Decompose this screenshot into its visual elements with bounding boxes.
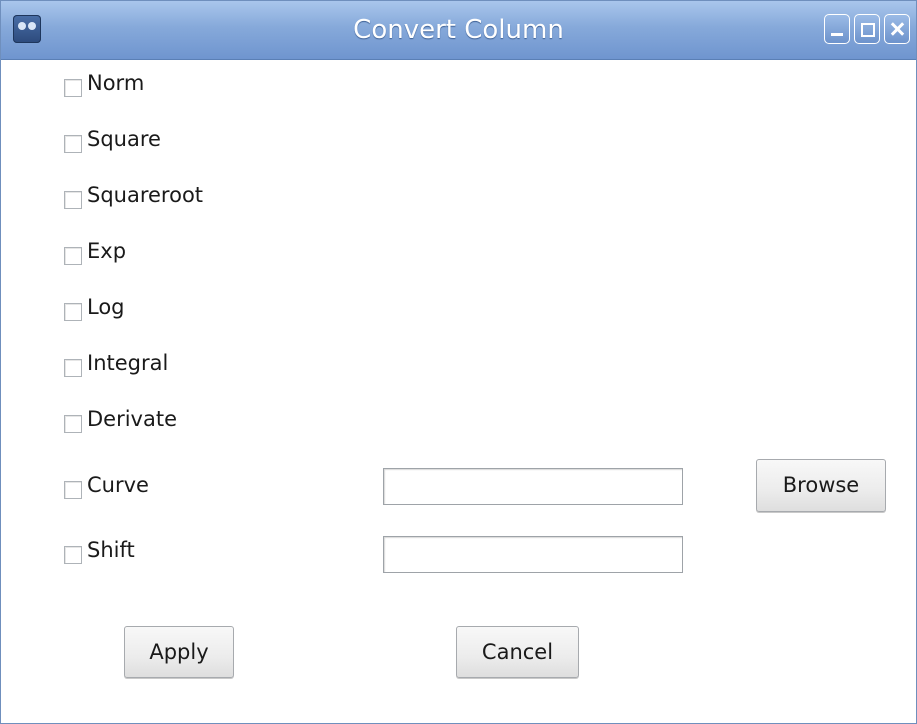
maximize-button[interactable] xyxy=(854,14,880,44)
curve-input[interactable] xyxy=(383,468,683,505)
derivate-checkbox[interactable] xyxy=(64,415,82,433)
close-icon xyxy=(885,15,909,43)
log-label: Log xyxy=(87,295,125,319)
shift-input[interactable] xyxy=(383,536,683,573)
minimize-icon xyxy=(825,15,849,43)
convert-column-dialog: Convert Column Norm Square Squareroot Ex… xyxy=(0,0,917,724)
minimize-button[interactable] xyxy=(824,14,850,44)
apply-button[interactable]: Apply xyxy=(124,626,234,678)
shift-checkbox[interactable] xyxy=(64,546,82,564)
log-checkbox[interactable] xyxy=(64,303,82,321)
title-bar[interactable]: Convert Column xyxy=(1,1,916,60)
norm-checkbox[interactable] xyxy=(64,79,82,97)
exp-checkbox[interactable] xyxy=(64,247,82,265)
maximize-icon xyxy=(855,15,879,43)
curve-checkbox[interactable] xyxy=(64,481,82,499)
shift-label: Shift xyxy=(87,538,135,562)
cancel-button[interactable]: Cancel xyxy=(456,626,579,678)
square-checkbox[interactable] xyxy=(64,135,82,153)
squareroot-checkbox[interactable] xyxy=(64,191,82,209)
browse-button[interactable]: Browse xyxy=(756,459,886,512)
square-label: Square xyxy=(87,127,161,151)
derivate-label: Derivate xyxy=(87,407,178,431)
norm-label: Norm xyxy=(87,71,145,95)
window-title: Convert Column xyxy=(353,15,564,45)
curve-label: Curve xyxy=(87,473,149,497)
integral-label: Integral xyxy=(87,351,169,375)
integral-checkbox[interactable] xyxy=(64,359,82,377)
close-button[interactable] xyxy=(884,14,910,44)
exp-label: Exp xyxy=(87,239,127,263)
squareroot-label: Squareroot xyxy=(87,183,204,207)
